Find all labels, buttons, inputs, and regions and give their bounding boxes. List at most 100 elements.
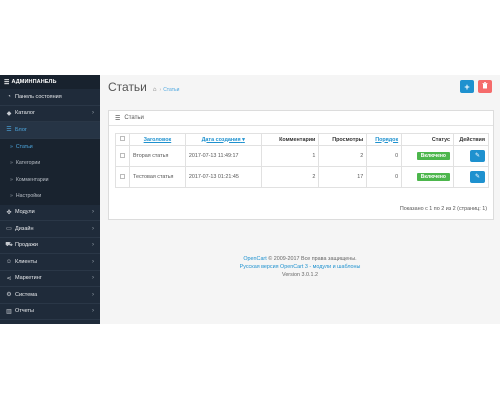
sidebar-item-sales[interactable]: ⛟ Продажи › — [0, 238, 100, 254]
breadcrumb-separator: › — [159, 87, 162, 93]
puzzle-icon: ✤ — [6, 209, 12, 216]
bullet-icon: » — [10, 160, 13, 167]
user-icon: ☺ — [5, 258, 13, 265]
cell-views: 2 — [318, 145, 368, 167]
footer-copyright-line: OpenCart © 2009-2017 Все права защищены. — [100, 255, 500, 263]
status-badge: Включено — [416, 173, 450, 181]
breadcrumb: ⌂ › Статьи — [153, 87, 180, 93]
main-content: Статьи ⌂ › Статьи + ☰ Статьи Заголовок Д… — [100, 75, 500, 324]
cell-comments: 2 — [260, 166, 320, 188]
cell-date: 2017-07-13 11:49:17 — [184, 145, 262, 167]
sort-desc-icon: ▾ — [242, 136, 245, 143]
cell-status: Включено — [401, 166, 454, 188]
cell-status: Включено — [401, 145, 454, 167]
footer-copyright: © 2009-2017 Все права защищены. — [266, 256, 357, 262]
edit-button[interactable]: ✎ — [470, 171, 485, 183]
cell-order: 0 — [366, 145, 403, 167]
home-icon[interactable]: ⌂ — [153, 87, 157, 93]
chevron-right-icon: › — [92, 225, 94, 232]
sidebar-subitem-comments[interactable]: » Комментарии — [0, 171, 100, 188]
cell-actions: ✎ — [452, 145, 490, 167]
articles-panel: ☰ Статьи Заголовок Дата создания ▾ Комме… — [108, 110, 494, 220]
gear-icon: ⚙ — [6, 292, 12, 299]
dashboard-icon: ◔ — [7, 93, 11, 100]
sidebar-header: ☰ АДМИНПАНЕЛЬ — [0, 75, 100, 89]
column-header-order[interactable]: Порядок — [366, 133, 403, 146]
sidebar-item-design[interactable]: ▭ Дизайн › — [0, 221, 100, 238]
articles-table: Заголовок Дата создания ▾ Комментарии Пр… — [115, 133, 490, 188]
select-all-checkbox[interactable] — [115, 133, 130, 146]
sidebar-item-label: Клиенты — [15, 258, 38, 265]
pencil-icon: ✎ — [474, 174, 481, 180]
delete-button[interactable] — [478, 80, 492, 93]
list-icon: ☰ — [6, 127, 12, 134]
sidebar-item-label: Панель состояния — [15, 93, 62, 100]
russian-version-link[interactable]: Русская версия OpenCart 3 - модули и шаб… — [240, 264, 361, 270]
sidebar-subitem-categories[interactable]: » Категории — [0, 155, 100, 172]
add-button[interactable]: + — [460, 80, 474, 93]
sidebar-subitem-settings[interactable]: » Настройки — [0, 188, 100, 205]
sidebar-item-label: Дизайн — [15, 225, 34, 232]
column-header-views: Просмотры — [318, 133, 368, 146]
cart-icon: ⛟ — [5, 242, 13, 249]
column-header-title[interactable]: Заголовок — [128, 133, 186, 146]
sidebar-item-blog[interactable]: ☰ Блог — [0, 122, 100, 139]
chevron-right-icon: › — [92, 291, 94, 298]
list-icon: ☰ — [115, 115, 121, 122]
trash-icon — [482, 82, 488, 91]
sidebar-item-label: Отчеты — [15, 308, 35, 315]
bullet-icon: » — [10, 176, 13, 183]
table-row: Тестовая статья 2017-07-13 01:21:45 2 17… — [115, 166, 490, 188]
sidebar-item-marketing[interactable]: ⋖ Маркетинг › — [0, 271, 100, 287]
pagination-summary: Показано с 1 по 2 из 2 (страниц: 1) — [399, 206, 487, 212]
cell-order: 0 — [366, 166, 403, 188]
sidebar: ☰ АДМИНПАНЕЛЬ ◔ Панель состояния ◆ Катал… — [0, 75, 100, 324]
sidebar-item-modules[interactable]: ✤ Модули › — [0, 205, 100, 221]
breadcrumb-current[interactable]: Статьи — [163, 87, 179, 93]
page-header: Статьи ⌂ › Статьи — [108, 80, 179, 94]
cell-views: 17 — [318, 166, 368, 188]
sidebar-item-label: Маркетинг — [15, 275, 42, 282]
footer-russian-line: Русская версия OpenCart 3 - модули и шаб… — [100, 263, 500, 271]
pencil-icon: ✎ — [474, 153, 481, 159]
sidebar-item-label: Каталог — [15, 110, 35, 117]
column-header-date-label: Дата создания — [201, 136, 241, 143]
sidebar-item-dashboard[interactable]: ◔ Панель состояния — [0, 89, 100, 106]
tag-icon: ◆ — [6, 110, 12, 117]
sidebar-item-label: Продажи — [15, 242, 38, 249]
edit-button[interactable]: ✎ — [470, 150, 485, 162]
footer: OpenCart © 2009-2017 Все права защищены.… — [100, 255, 500, 279]
column-header-comments: Комментарии — [260, 133, 320, 146]
table-header-row: Заголовок Дата создания ▾ Комментарии Пр… — [115, 133, 490, 146]
sidebar-subitem-articles[interactable]: » Статьи — [0, 138, 100, 155]
column-header-date[interactable]: Дата создания ▾ — [184, 133, 262, 146]
chevron-right-icon: › — [92, 275, 94, 282]
monitor-icon: ▭ — [6, 226, 12, 233]
opencart-link[interactable]: OpenCart — [243, 256, 266, 262]
panel-title: Статьи — [124, 115, 144, 121]
admin-app: ☰ АДМИНПАНЕЛЬ ◔ Панель состояния ◆ Катал… — [0, 75, 500, 324]
cell-title: Вторая статья — [128, 145, 186, 167]
column-header-actions: Действия — [452, 133, 490, 146]
chevron-right-icon: › — [92, 209, 94, 216]
sidebar-item-catalog[interactable]: ◆ Каталог › — [0, 106, 100, 122]
status-badge: Включено — [416, 152, 450, 160]
sidebar-item-label: Блог — [15, 126, 27, 133]
row-checkbox[interactable] — [115, 145, 130, 167]
cell-date: 2017-07-13 01:21:45 — [184, 166, 262, 188]
sidebar-item-customers[interactable]: ☺ Клиенты › — [0, 254, 100, 271]
chevron-right-icon: › — [92, 110, 94, 117]
chevron-right-icon: › — [92, 308, 94, 315]
sidebar-item-label: Система — [15, 291, 38, 298]
plus-icon: + — [464, 81, 470, 92]
table-row: Вторая статья 2017-07-13 11:49:17 1 2 0 … — [115, 145, 490, 167]
row-checkbox[interactable] — [115, 166, 130, 188]
sidebar-subitem-label: Комментарии — [15, 176, 49, 183]
sidebar-subitem-label: Статьи — [15, 143, 33, 150]
menu-icon[interactable]: ☰ — [4, 79, 9, 86]
footer-version: Version 3.0.1.2 — [282, 272, 318, 278]
sidebar-item-system[interactable]: ⚙ Система › — [0, 287, 100, 304]
cell-title: Тестовая статья — [128, 166, 186, 188]
column-header-status: Статус — [401, 133, 454, 146]
sidebar-item-reports[interactable]: ▥ Отчеты › — [0, 304, 100, 320]
